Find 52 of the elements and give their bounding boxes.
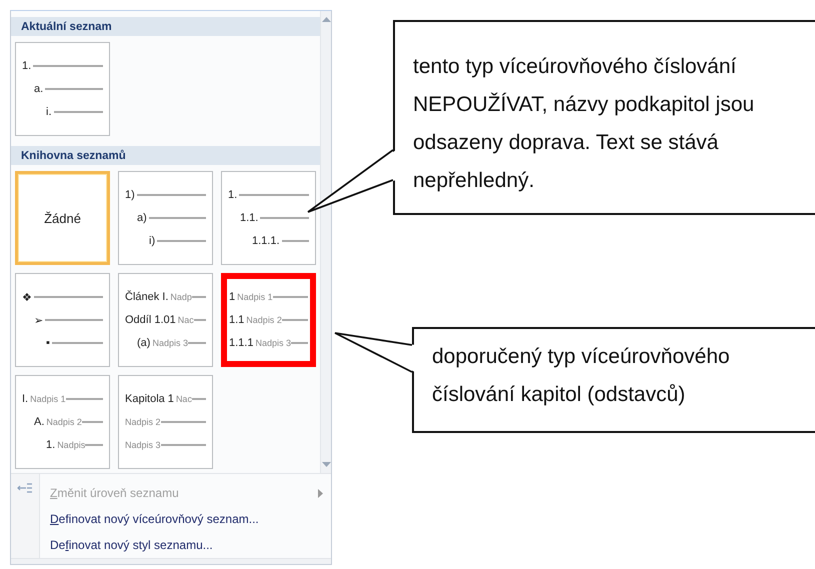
list-style-tile[interactable]: I. Nadpis 1 A. Nadpis 2 1. Nadpis xyxy=(15,375,110,469)
list-number: 1.1 xyxy=(229,314,244,326)
list-style-tile[interactable]: 1. a. i. xyxy=(15,42,110,136)
callout-text: tento typ víceúrovňového číslování NEPOUŽÍVAT, názvy podkapitol jsou odsazeny doprava. Text se stává nepřehledný. xyxy=(413,54,756,194)
list-number: a. xyxy=(34,83,44,95)
heading-label: Nadpis 1 xyxy=(237,292,273,302)
list-number: i. xyxy=(46,106,52,118)
list-number: Článek I. xyxy=(125,291,168,303)
list-number: A. xyxy=(34,416,44,428)
list-number: 1. xyxy=(46,439,56,451)
list-number: ❖ xyxy=(22,290,32,304)
scroll-up-icon[interactable] xyxy=(322,17,330,22)
section-header: Knihovna seznamů xyxy=(11,146,320,165)
list-number: 1.1.1 xyxy=(229,337,254,349)
tile-label: Žádné xyxy=(44,210,81,226)
heading-label: Nadp xyxy=(170,292,192,302)
list-style-tile[interactable]: 1 Nadpis 1 1.1 Nadpis 2 1.1.1 Nadpis 3 xyxy=(221,273,316,367)
list-number: 1.1.1. xyxy=(252,235,280,247)
menu-item[interactable]: Definovat nový víceúrovňový seznam... xyxy=(40,506,331,532)
heading-label: Nadpis 1 xyxy=(30,394,66,404)
list-number: ▪ xyxy=(46,337,50,349)
list-number: I. xyxy=(22,393,28,405)
list-style-tile[interactable]: Žádné xyxy=(15,171,110,265)
heading-label: Nac xyxy=(176,394,192,404)
list-number: 1.1. xyxy=(240,212,258,224)
list-number: 1. xyxy=(228,189,238,201)
list-number: ➢ xyxy=(34,314,43,326)
list-number: i) xyxy=(149,235,156,247)
list-style-tile[interactable]: 1) a) i) xyxy=(118,171,213,265)
list-number: 1. xyxy=(22,60,32,72)
section-header: Aktuální seznam xyxy=(11,17,320,36)
list-number: 1 xyxy=(229,291,236,303)
scroll-down-icon[interactable] xyxy=(322,462,330,467)
list-style-tile[interactable]: Kapitola 1 Nac Nadpis 2 Nadpis 3 xyxy=(118,375,213,469)
heading-label: Nadpis 2 xyxy=(125,417,161,427)
list-style-tile[interactable]: Článek I. Nadp Oddíl 1.01 Nac (a) Nadpis 3 xyxy=(118,273,213,367)
heading-label: Nadpis 2 xyxy=(246,315,282,325)
list-number: (a) xyxy=(137,337,150,349)
list-number: a) xyxy=(137,212,147,224)
list-number: Oddíl 1.01 xyxy=(125,314,176,326)
list-style-tile[interactable]: 1. 1.1. 1.1.1. xyxy=(221,171,316,265)
heading-label: Nadpis 3 xyxy=(255,338,291,348)
list-style-tile[interactable]: ❖ ➢ ▪ xyxy=(15,273,110,367)
heading-label: Nadpis 2 xyxy=(46,417,82,427)
menu-item[interactable]: Definovat nový styl seznamu... xyxy=(40,532,331,558)
list-number: 1) xyxy=(125,189,135,201)
callout-text: doporučený typ víceúrovňového číslování kapitol (odstavců) xyxy=(432,344,731,408)
list-number: Kapitola 1 xyxy=(125,393,174,405)
heading-label: Nadpis 3 xyxy=(125,440,161,450)
heading-label: Nac xyxy=(178,315,194,325)
heading-label: Nadpis xyxy=(57,440,86,450)
heading-label: Nadpis 3 xyxy=(152,338,188,348)
